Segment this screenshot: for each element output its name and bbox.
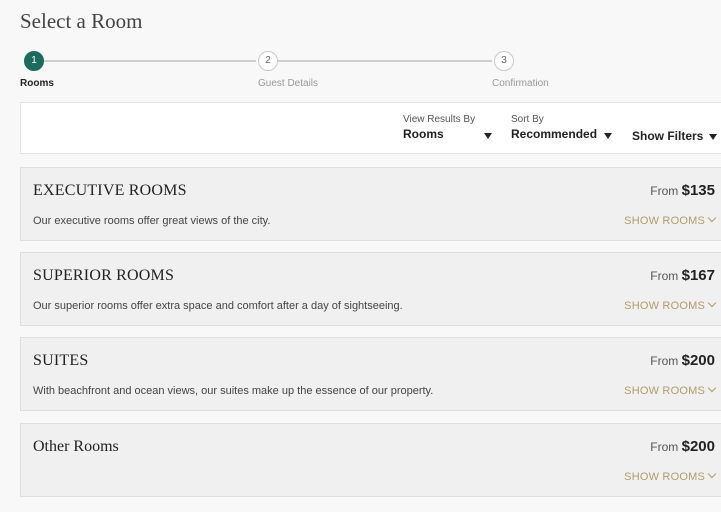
show-rooms-label: SHOW ROOMS <box>624 471 705 483</box>
sort-by-dropdown[interactable]: Sort By Recommended <box>511 114 616 143</box>
show-rooms-button[interactable]: SHOW ROOMS <box>624 298 717 312</box>
room-name: EXECUTIVE ROOMS <box>33 182 187 199</box>
show-rooms-label: SHOW ROOMS <box>624 215 705 227</box>
room-card-executive: EXECUTIVE ROOMS From $135 Our executive … <box>20 167 721 241</box>
room-price: From $200 <box>650 438 715 455</box>
room-price: From $200 <box>650 352 715 369</box>
price-value: $135 <box>681 182 715 199</box>
room-card-other: Other Rooms From $200 SHOW ROOMS <box>20 423 721 497</box>
show-rooms-button[interactable]: SHOW ROOMS <box>624 213 717 227</box>
room-price: From $167 <box>650 267 715 284</box>
price-from-label: From <box>650 354 679 368</box>
step-3-indicator[interactable]: 3 <box>494 51 514 71</box>
step-connector <box>36 60 256 62</box>
sort-by-label: Sort By <box>511 114 544 125</box>
step-2-label: Guest Details <box>258 78 319 89</box>
price-from-label: From <box>650 440 679 454</box>
show-rooms-button[interactable]: SHOW ROOMS <box>624 383 717 397</box>
room-description: With beachfront and ocean views, our sui… <box>33 385 434 397</box>
results-filter-bar: View Results By Rooms Sort By Recommende… <box>20 102 721 154</box>
step-2-indicator[interactable]: 2 <box>258 51 278 71</box>
view-results-dropdown[interactable]: View Results By Rooms <box>403 114 493 143</box>
room-price: From $135 <box>650 182 715 199</box>
sort-by-value: Recommended <box>511 127 598 141</box>
show-filters-label: Show Filters <box>632 129 704 143</box>
chevron-down-icon <box>707 383 717 393</box>
caret-down-icon <box>709 133 718 140</box>
chevron-down-icon <box>707 469 717 479</box>
price-from-label: From <box>650 269 679 283</box>
progress-stepper: 1 Rooms 2 Guest Details 3 Confirmation <box>0 48 721 93</box>
room-name: SUITES <box>33 352 89 369</box>
step-1-indicator[interactable]: 1 <box>24 51 44 71</box>
price-from-label: From <box>650 184 679 198</box>
chevron-down-icon <box>707 213 717 223</box>
room-description: Our superior rooms offer extra space and… <box>33 300 403 312</box>
room-card-superior: SUPERIOR ROOMS From $167 Our superior ro… <box>20 252 721 326</box>
chevron-down-icon <box>707 298 717 308</box>
room-name: SUPERIOR ROOMS <box>33 267 175 284</box>
step-1-label: Rooms <box>20 78 54 89</box>
step-3-label: Confirmation <box>492 78 549 89</box>
price-value: $167 <box>681 267 715 284</box>
page-title: Select a Room <box>20 9 143 33</box>
caret-down-icon <box>604 133 612 139</box>
caret-down-icon <box>484 133 492 139</box>
room-card-suites: SUITES From $200 With beachfront and oce… <box>20 337 721 411</box>
view-results-label: View Results By <box>403 114 476 125</box>
room-name: Other Rooms <box>33 438 119 455</box>
show-rooms-button[interactable]: SHOW ROOMS <box>624 469 717 483</box>
show-rooms-label: SHOW ROOMS <box>624 385 705 397</box>
price-value: $200 <box>681 438 715 455</box>
room-description: Our executive rooms offer great views of… <box>33 215 271 227</box>
show-rooms-label: SHOW ROOMS <box>624 300 705 312</box>
view-results-value: Rooms <box>403 127 444 141</box>
show-filters-button[interactable]: Show Filters <box>632 129 718 143</box>
price-value: $200 <box>681 352 715 369</box>
step-connector <box>278 60 492 62</box>
